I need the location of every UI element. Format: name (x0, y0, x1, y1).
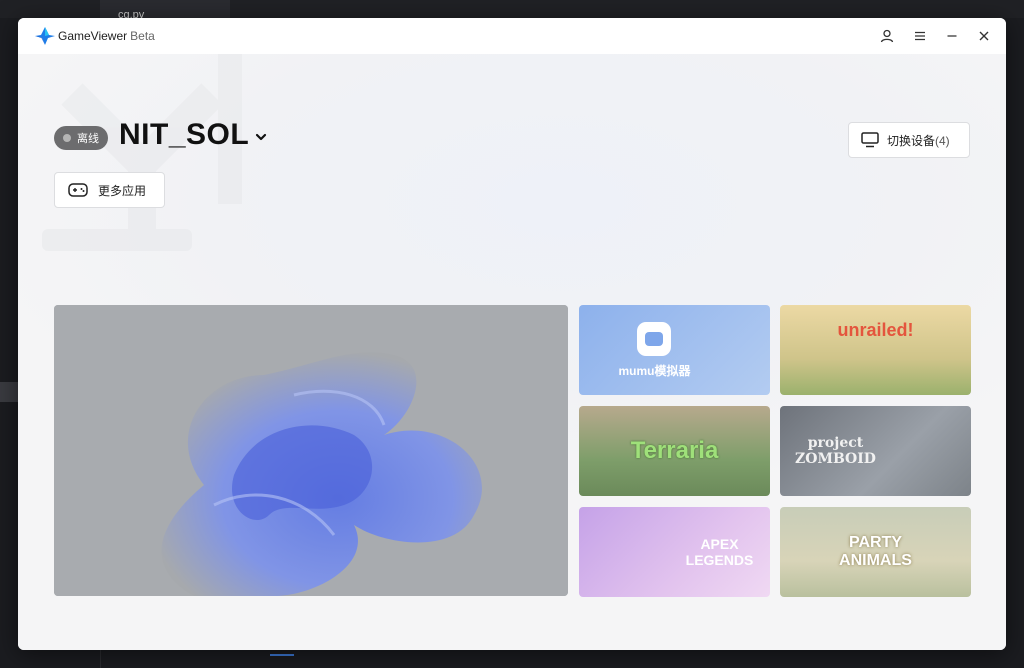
beta-badge: Beta (130, 29, 155, 43)
watermark-decoration (42, 54, 242, 251)
game-tile-party-animals[interactable]: PARTY ANIMALS (780, 507, 971, 597)
switch-device-label: 切换设备 (887, 133, 936, 148)
app-title: GameViewer Beta (58, 29, 155, 43)
status-text: 离线 (77, 133, 99, 145)
account-button[interactable] (877, 26, 897, 46)
close-icon (979, 31, 989, 41)
close-button[interactable] (974, 26, 994, 46)
game-title: Terraria (630, 437, 719, 464)
minimize-button[interactable] (942, 26, 962, 46)
game-tile-apex[interactable]: APEX LEGENDS (579, 507, 770, 597)
game-title: project ZOMBOID (795, 435, 876, 467)
game-tile-terraria[interactable]: Terraria (579, 406, 770, 496)
game-tile-zomboid[interactable]: project ZOMBOID (780, 406, 971, 496)
switch-device-button[interactable]: 切换设备(4) (848, 122, 970, 158)
desktop-preview[interactable] (54, 305, 568, 596)
minimize-icon (947, 35, 957, 37)
game-tile-unrailed[interactable]: unrailed! (780, 305, 971, 395)
background-editor-tab: cg.py (100, 0, 230, 18)
main-content: 离线 NIT_SOL 切换设备(4) 更多应用 mumu模拟器 unrailed… (18, 54, 1006, 650)
status-dot (63, 134, 71, 142)
game-tile-mumu[interactable]: mumu模拟器 (579, 305, 770, 395)
game-title: unrailed! (837, 319, 914, 340)
mumu-logo-icon (637, 321, 672, 356)
game-title: mumu模拟器 (618, 363, 691, 378)
device-name: NIT_SOL (119, 118, 250, 151)
game-title: APEX LEGENDS (685, 536, 754, 568)
user-icon (880, 29, 894, 43)
background-sidebar-marker (0, 382, 18, 402)
title-bar: GameViewer Beta (18, 18, 1006, 54)
gameviewer-logo-icon (35, 27, 55, 45)
more-apps-label: 更多应用 (98, 183, 147, 198)
game-title: PARTY ANIMALS (839, 534, 912, 569)
windows-bloom-wallpaper (54, 305, 568, 596)
more-apps-button[interactable]: 更多应用 (54, 172, 165, 208)
background-active-indicator (270, 654, 294, 656)
monitor-icon (861, 132, 879, 148)
menu-icon (915, 31, 925, 41)
gamepad-icon (68, 183, 88, 197)
offline-status-badge: 离线 (54, 126, 108, 150)
chevron-down-icon[interactable] (254, 130, 268, 144)
app-name-text: GameViewer (58, 29, 128, 43)
menu-button[interactable] (910, 26, 930, 46)
gameviewer-window: GameViewer Beta 离线 NIT_SOL 切换设备(4) 更多应用 … (18, 18, 1006, 650)
device-count: (4) (935, 133, 950, 148)
background-tab-label: cg.py (118, 9, 145, 18)
